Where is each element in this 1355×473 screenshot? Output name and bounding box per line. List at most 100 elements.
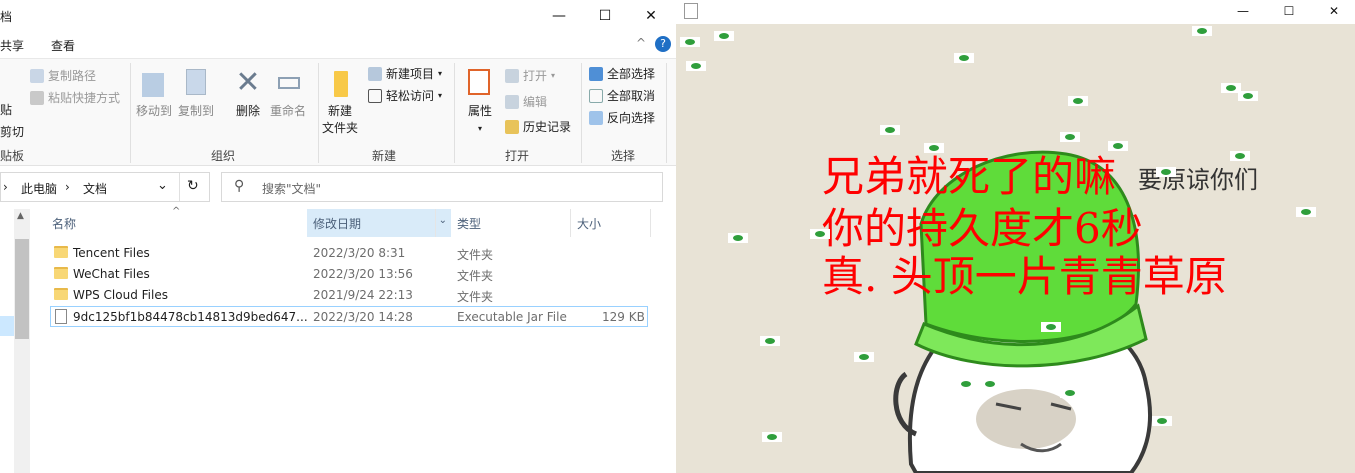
address-bar[interactable]: › 此电脑 › 文档 ⌄ ↻ bbox=[0, 172, 210, 202]
file-size: 129 KB bbox=[602, 310, 645, 324]
maximize-icon: ☐ bbox=[1283, 4, 1295, 18]
cut-button[interactable]: 剪切 bbox=[0, 123, 24, 140]
ribbon-tabs: 共享 查看 ^ ? bbox=[0, 32, 676, 58]
open-group-label: 打开 bbox=[505, 149, 530, 163]
file-name: WPS Cloud Files bbox=[73, 288, 168, 302]
jar-file-icon bbox=[55, 309, 67, 324]
breadcrumb-documents[interactable]: 文档 bbox=[83, 180, 107, 197]
leaf-sprite bbox=[1156, 167, 1176, 177]
tab-view[interactable]: 查看 bbox=[51, 37, 75, 54]
chevron-down-icon[interactable]: ⌄ bbox=[439, 215, 447, 226]
group-divider bbox=[666, 63, 667, 163]
group-divider bbox=[130, 63, 131, 163]
column-divider bbox=[435, 209, 436, 237]
paste-shortcut-button[interactable]: 粘贴快捷方式 bbox=[30, 89, 120, 106]
minimize-button[interactable]: — bbox=[536, 0, 582, 32]
select-none-button[interactable]: 全部取消 bbox=[589, 87, 655, 104]
leaf-sprite bbox=[954, 53, 974, 63]
file-type: 文件夹 bbox=[457, 248, 494, 262]
file-row[interactable]: WPS Cloud Files 2021/9/24 22:13 文件夹 bbox=[50, 285, 648, 306]
edit-icon bbox=[505, 94, 519, 109]
invert-selection-icon bbox=[589, 110, 603, 125]
history-button[interactable]: 历史记录 bbox=[505, 118, 571, 135]
java-titlebar: — ☐ ✕ bbox=[676, 0, 1355, 24]
column-header-type[interactable]: 类型 bbox=[451, 209, 569, 237]
nav-selected-item[interactable] bbox=[0, 316, 14, 336]
maximize-button[interactable]: ☐ bbox=[1266, 0, 1312, 22]
meme-line-3: 真. 头顶一片青青草原 bbox=[822, 252, 1227, 301]
file-name: WeChat Files bbox=[73, 267, 150, 281]
minimize-icon: — bbox=[1237, 4, 1249, 18]
leaf-sprite bbox=[762, 432, 782, 442]
help-icon[interactable]: ? bbox=[655, 36, 671, 52]
leaf-sprite bbox=[1238, 91, 1258, 101]
file-explorer-window: 档 — ☐ ✕ 共享 查看 ^ ? 贴 剪切 复制路径 粘贴快捷方式 贴板 移动… bbox=[0, 0, 676, 473]
close-button[interactable]: ✕ bbox=[628, 0, 674, 32]
select-all-icon bbox=[589, 66, 603, 81]
invert-selection-button[interactable]: 反向选择 bbox=[589, 109, 655, 126]
leaf-sprite bbox=[1230, 151, 1250, 161]
folder-icon bbox=[54, 288, 68, 300]
refresh-icon[interactable]: ↻ bbox=[187, 178, 199, 194]
column-header-modified[interactable]: 修改日期 ⌄ bbox=[307, 209, 451, 237]
edit-button[interactable]: 编辑 bbox=[505, 93, 547, 110]
file-row[interactable]: WeChat Files 2022/3/20 13:56 文件夹 bbox=[50, 264, 648, 285]
close-icon: ✕ bbox=[645, 8, 657, 24]
search-icon: ⚲ bbox=[234, 178, 245, 194]
open-button[interactable]: 打开 ▾ bbox=[505, 67, 555, 84]
copy-path-icon bbox=[30, 68, 44, 83]
maximize-button[interactable]: ☐ bbox=[582, 0, 628, 32]
file-row-selected[interactable]: 9dc125bf1b84478cb14813d9bed647... 2022/3… bbox=[50, 306, 648, 327]
leaf-sprite bbox=[956, 379, 976, 389]
java-app-icon bbox=[684, 3, 698, 19]
meme-canvas: 要原谅你们 兄弟就死了的嘛 你的持久度才6秒 真. 头顶一片青青草原 bbox=[676, 24, 1355, 473]
column-header-size[interactable]: 大小 bbox=[571, 209, 651, 237]
scroll-up-icon[interactable]: ▲ bbox=[17, 211, 24, 221]
select-group-label: 选择 bbox=[611, 149, 636, 163]
new-folder-icon bbox=[324, 67, 356, 99]
leaf-sprite bbox=[1060, 132, 1080, 142]
tab-share[interactable]: 共享 bbox=[0, 37, 24, 54]
delete-button[interactable]: ✕ 删除 bbox=[232, 67, 264, 120]
dropdown-arrow-icon: ▾ bbox=[477, 124, 482, 133]
new-item-icon bbox=[368, 66, 382, 81]
close-button[interactable]: ✕ bbox=[1311, 0, 1355, 22]
meme-line-2: 你的持久度才6秒 bbox=[822, 204, 1143, 253]
move-to-icon bbox=[138, 67, 170, 99]
scroll-thumb[interactable] bbox=[15, 239, 29, 339]
copy-path-button[interactable]: 复制路径 bbox=[30, 67, 96, 84]
collapse-ribbon-icon[interactable]: ^ bbox=[636, 36, 646, 50]
leaf-sprite bbox=[980, 379, 1000, 389]
rename-button[interactable]: 重命名 bbox=[270, 67, 306, 120]
search-box[interactable]: ⚲ 搜索"文档" bbox=[221, 172, 663, 202]
paste-label[interactable]: 贴 bbox=[0, 101, 12, 118]
properties-button[interactable]: 属性 ▾ bbox=[464, 67, 496, 137]
copy-to-icon bbox=[180, 67, 212, 99]
select-all-button[interactable]: 全部选择 bbox=[589, 65, 655, 82]
leaf-sprite bbox=[1152, 416, 1172, 426]
close-icon: ✕ bbox=[1328, 4, 1340, 18]
leaf-sprite bbox=[1041, 322, 1061, 332]
copy-to-button[interactable]: 复制到 bbox=[178, 67, 214, 120]
new-folder-button[interactable]: 新建 文件夹 bbox=[322, 67, 358, 137]
chevron-down-icon[interactable]: ⌄ bbox=[157, 178, 168, 193]
new-item-button[interactable]: 新建项目 ▾ bbox=[368, 65, 442, 82]
file-modified: 2022/3/20 14:28 bbox=[313, 310, 413, 324]
leaf-sprite bbox=[810, 229, 830, 239]
breadcrumb-this-pc[interactable]: 此电脑 bbox=[21, 180, 57, 197]
move-to-button[interactable]: 移动到 bbox=[136, 67, 172, 120]
file-row[interactable]: Tencent Files 2022/3/20 8:31 文件夹 bbox=[50, 243, 648, 264]
leaf-sprite bbox=[728, 233, 748, 243]
leaf-sprite bbox=[680, 37, 700, 47]
dropdown-arrow-icon: ▾ bbox=[438, 91, 443, 100]
leaf-sprite bbox=[1108, 141, 1128, 151]
minimize-button[interactable]: — bbox=[1220, 0, 1266, 22]
file-name: Tencent Files bbox=[73, 246, 150, 260]
rename-icon bbox=[272, 67, 304, 99]
meme-caption: 要原谅你们 bbox=[1138, 166, 1258, 194]
easy-access-button[interactable]: 轻松访问 ▾ bbox=[368, 87, 442, 104]
search-input[interactable]: 搜索"文档" bbox=[262, 180, 321, 197]
breadcrumb-separator: › bbox=[65, 180, 70, 194]
navigation-scrollbar[interactable]: ▲ bbox=[14, 209, 30, 473]
column-header-name[interactable]: 名称 bbox=[46, 209, 306, 237]
